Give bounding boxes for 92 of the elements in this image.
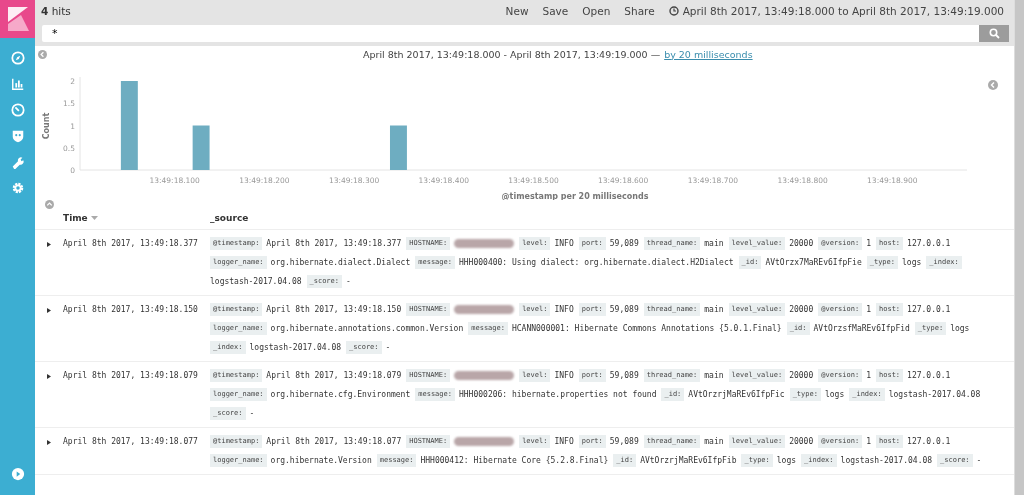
histogram-bar[interactable] bbox=[120, 81, 138, 170]
field-value: April 8th 2017, 13:49:18.077 bbox=[266, 436, 402, 448]
collapse-left-icon[interactable] bbox=[38, 49, 47, 59]
field-value: org.hibernate.annotations.common.Version bbox=[270, 323, 464, 335]
field-value: main bbox=[704, 370, 724, 382]
field-value: April 8th 2017, 13:49:18.377 bbox=[266, 238, 402, 250]
scrollbar[interactable] bbox=[1014, 0, 1024, 495]
field-value: 1 bbox=[866, 238, 871, 250]
field-value: org.hibernate.Version bbox=[270, 455, 372, 467]
field-value: logstash-2017.04.08 bbox=[888, 389, 981, 401]
clock-icon bbox=[668, 6, 679, 16]
play-circle-icon[interactable] bbox=[10, 467, 25, 481]
field-value: main bbox=[704, 304, 724, 316]
field-value: INFO bbox=[554, 370, 574, 382]
field-value: main bbox=[704, 238, 724, 250]
expand-caret-icon[interactable] bbox=[47, 308, 51, 313]
field-value: - bbox=[249, 408, 255, 420]
field-value: INFO bbox=[554, 436, 574, 448]
field-value: 127.0.0.1 bbox=[907, 436, 951, 448]
interval-link[interactable]: by 20 milliseconds bbox=[664, 48, 753, 60]
app-logo[interactable] bbox=[0, 0, 35, 38]
x-axis-label: @timestamp per 20 milliseconds bbox=[501, 192, 649, 200]
field-value: - bbox=[346, 276, 351, 288]
field-value: - bbox=[385, 342, 391, 354]
field-value: 59,089 bbox=[609, 436, 639, 448]
field-value: 59,089 bbox=[609, 238, 639, 250]
field-value: HCANN000001: Hibernate Commons Annotations {5.0.1.Final} bbox=[511, 323, 782, 335]
settings-icon[interactable] bbox=[10, 181, 25, 195]
search-field[interactable]: * bbox=[42, 25, 979, 42]
field-value: logs bbox=[950, 323, 970, 335]
timestamp-cell-text: April 8th 2017, 13:49:18.079 bbox=[63, 370, 199, 382]
timestamp-cell-text: April 8th 2017, 13:49:18.377 bbox=[63, 238, 199, 250]
field-value: HHH000206: hibernate.properties not found bbox=[459, 389, 657, 401]
compass-icon[interactable] bbox=[10, 51, 25, 65]
column-header[interactable]: _source bbox=[210, 213, 249, 223]
field-value: INFO bbox=[554, 238, 574, 250]
field-value: HHH000412: Hibernate Core {5.2.8.Final} bbox=[420, 455, 609, 467]
field-value: logs bbox=[902, 257, 922, 269]
field-value: 1 bbox=[866, 370, 871, 382]
field-value: 127.0.0.1 bbox=[907, 304, 951, 316]
field-value: AVtOrzrjMaREv6IfpFic bbox=[688, 389, 785, 401]
field-value: 20000 bbox=[789, 238, 814, 250]
collapse-right-icon[interactable] bbox=[988, 80, 998, 90]
field-value: INFO bbox=[554, 304, 574, 316]
field-value: 20000 bbox=[789, 436, 814, 448]
hit-count: 4 hits bbox=[41, 5, 71, 17]
logo-icon bbox=[0, 0, 35, 38]
field-value: logstash-2017.04.08 bbox=[249, 342, 342, 354]
field-value: logs bbox=[824, 389, 845, 401]
expand-caret-icon[interactable] bbox=[47, 374, 51, 379]
histogram-bar[interactable] bbox=[192, 125, 210, 170]
y-axis-label: Count bbox=[42, 112, 51, 140]
field-value: main bbox=[704, 436, 724, 448]
toolbar-link[interactable]: Share bbox=[624, 5, 655, 17]
histogram-bar[interactable] bbox=[390, 125, 407, 170]
field-value: April 8th 2017, 13:49:18.150 bbox=[266, 304, 402, 316]
field-value: HHH000400: Using dialect: org.hibernate.dialect.H2Dialect bbox=[459, 257, 734, 269]
field-value: - bbox=[976, 455, 982, 467]
field-value: 20000 bbox=[789, 370, 814, 382]
field-value: logstash-2017.04.08 bbox=[210, 276, 302, 288]
field-value: logstash-2017.04.08 bbox=[840, 455, 933, 467]
field-value: AVtOrzrjMaREv6IfpFib bbox=[640, 455, 737, 467]
timestamp-cell-text: April 8th 2017, 13:49:18.150 bbox=[63, 304, 199, 316]
field-value: logs bbox=[776, 455, 797, 467]
field-value: 127.0.0.1 bbox=[907, 238, 951, 250]
wrench-icon[interactable] bbox=[10, 155, 25, 169]
bar-chart-icon[interactable] bbox=[10, 77, 25, 91]
expand-caret-icon[interactable] bbox=[47, 242, 51, 247]
field-value: org.hibernate.cfg.Environment bbox=[270, 389, 411, 401]
field-value: April 8th 2017, 13:49:18.079 bbox=[266, 370, 402, 382]
time-range-link[interactable]: April 8th 2017, 13:49:18.000 to April 8th 2017, 13:49:19.000 bbox=[668, 5, 1004, 17]
toolbar-link[interactable]: New bbox=[505, 5, 529, 17]
field-value: AVtOrzsfMaREv6IfpFid bbox=[813, 323, 910, 335]
field-value: 1 bbox=[866, 304, 871, 316]
histogram-range: April 8th 2017, 13:49:18.000 - April 8th 2017, 13:49:19.000 — bbox=[363, 48, 661, 60]
collapse-up-icon[interactable] bbox=[45, 200, 54, 209]
field-value: 59,089 bbox=[609, 304, 639, 316]
toolbar-link[interactable]: Save bbox=[542, 5, 569, 17]
timestamp-cell-text: April 8th 2017, 13:49:18.077 bbox=[63, 436, 199, 448]
field-value: 1 bbox=[866, 436, 871, 448]
field-value: 127.0.0.1 bbox=[907, 370, 951, 382]
shield-icon[interactable] bbox=[10, 129, 25, 143]
search-button[interactable] bbox=[979, 25, 1009, 42]
field-value: org.hibernate.dialect.Dialect bbox=[270, 257, 411, 269]
field-value: AVtOrzx7MaREv6IfpFie bbox=[765, 257, 862, 269]
toolbar-link[interactable]: Open bbox=[582, 5, 611, 17]
search-icon bbox=[988, 28, 1000, 39]
gauge-icon[interactable] bbox=[10, 103, 25, 117]
field-value: 20000 bbox=[789, 304, 814, 316]
expand-caret-icon[interactable] bbox=[47, 440, 51, 445]
column-header[interactable]: Time bbox=[63, 213, 210, 223]
field-value: 59,089 bbox=[609, 370, 639, 382]
